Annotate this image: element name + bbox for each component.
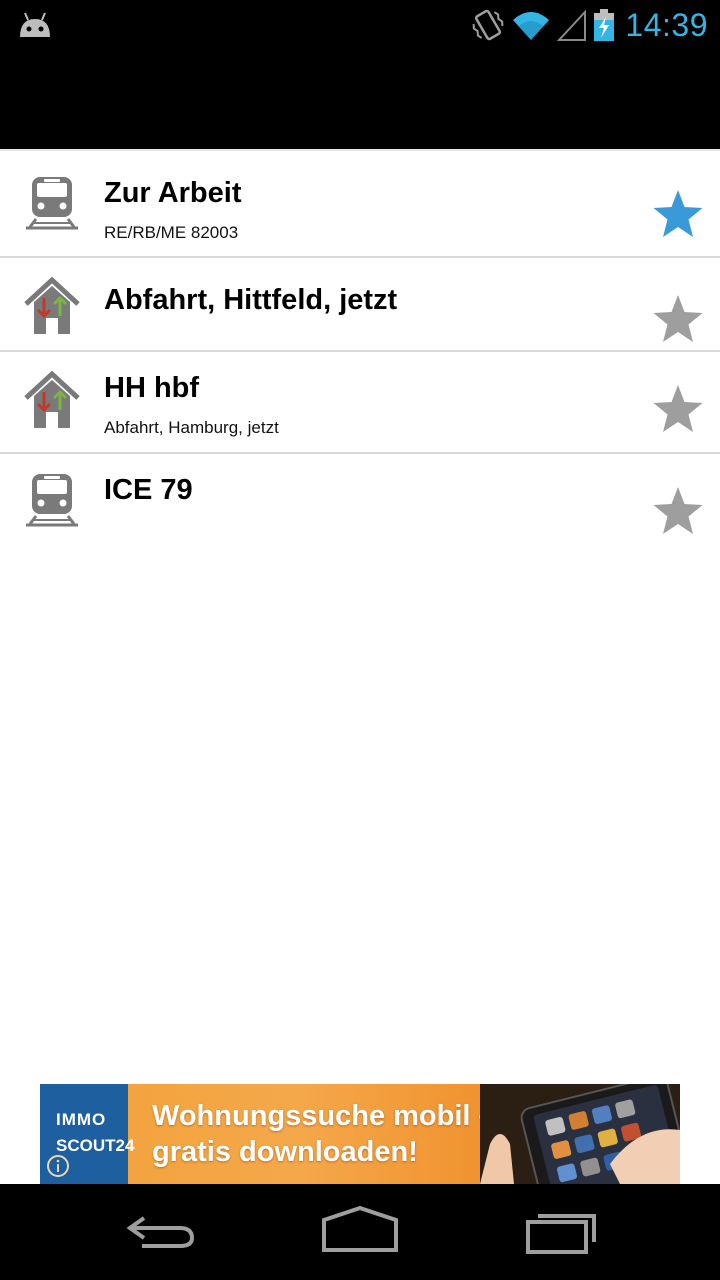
list-item[interactable]: Zur Arbeit RE/RB/ME 82003 <box>0 151 720 258</box>
list-item[interactable]: ICE 79 <box>0 454 720 546</box>
station-icon <box>24 276 80 334</box>
phone-image-icon <box>480 1084 680 1184</box>
recent-apps-icon[interactable] <box>522 1206 602 1256</box>
item-title: HH hbf <box>104 372 200 404</box>
clock: 14:39 <box>625 6 708 43</box>
ad-logo-line1: IMMO <box>56 1110 107 1129</box>
item-title: ICE 79 <box>104 474 193 506</box>
item-subtitle: RE/RB/ME 82003 <box>104 223 239 242</box>
android-icon <box>20 12 50 37</box>
star-icon[interactable] <box>650 187 706 243</box>
wifi-icon <box>513 12 550 40</box>
star-icon[interactable] <box>650 484 706 540</box>
navigation-bar <box>0 1184 720 1280</box>
home-icon[interactable] <box>320 1206 400 1256</box>
screen: 14:39 Zur Arbeit RE/RB/ME 82003 Abfahrt,… <box>0 0 720 1280</box>
list-item[interactable]: HH hbf Abfahrt, Hamburg, jetzt <box>0 352 720 454</box>
signal-icon <box>557 9 587 41</box>
train-icon <box>26 474 78 527</box>
ad-logo-line2: SCOUT24 <box>56 1136 135 1155</box>
info-icon[interactable] <box>46 1154 70 1178</box>
action-bar <box>0 50 720 149</box>
item-subtitle: Abfahrt, Hamburg, jetzt <box>104 418 279 437</box>
train-icon <box>26 177 78 230</box>
star-icon[interactable] <box>650 382 706 438</box>
back-icon[interactable] <box>120 1206 200 1256</box>
list-item[interactable]: Abfahrt, Hittfeld, jetzt <box>0 258 720 352</box>
ad-banner[interactable]: IMMO SCOUT24 Wohnungssuche mobil – grati… <box>40 1084 680 1184</box>
status-icons: 14:39 <box>471 0 708 50</box>
ad-subline: gratis downloaden! <box>152 1136 418 1168</box>
favorites-list: Zur Arbeit RE/RB/ME 82003 Abfahrt, Hittf… <box>0 149 720 546</box>
item-title: Zur Arbeit <box>104 177 242 209</box>
item-title: Abfahrt, Hittfeld, jetzt <box>104 284 398 316</box>
ad-headline: Wohnungssuche mobil – <box>152 1100 495 1132</box>
vibrate-icon <box>473 9 504 41</box>
station-icon <box>24 370 80 428</box>
status-bar: 14:39 <box>0 0 720 50</box>
star-icon[interactable] <box>650 292 706 348</box>
battery-charging-icon <box>594 9 615 41</box>
